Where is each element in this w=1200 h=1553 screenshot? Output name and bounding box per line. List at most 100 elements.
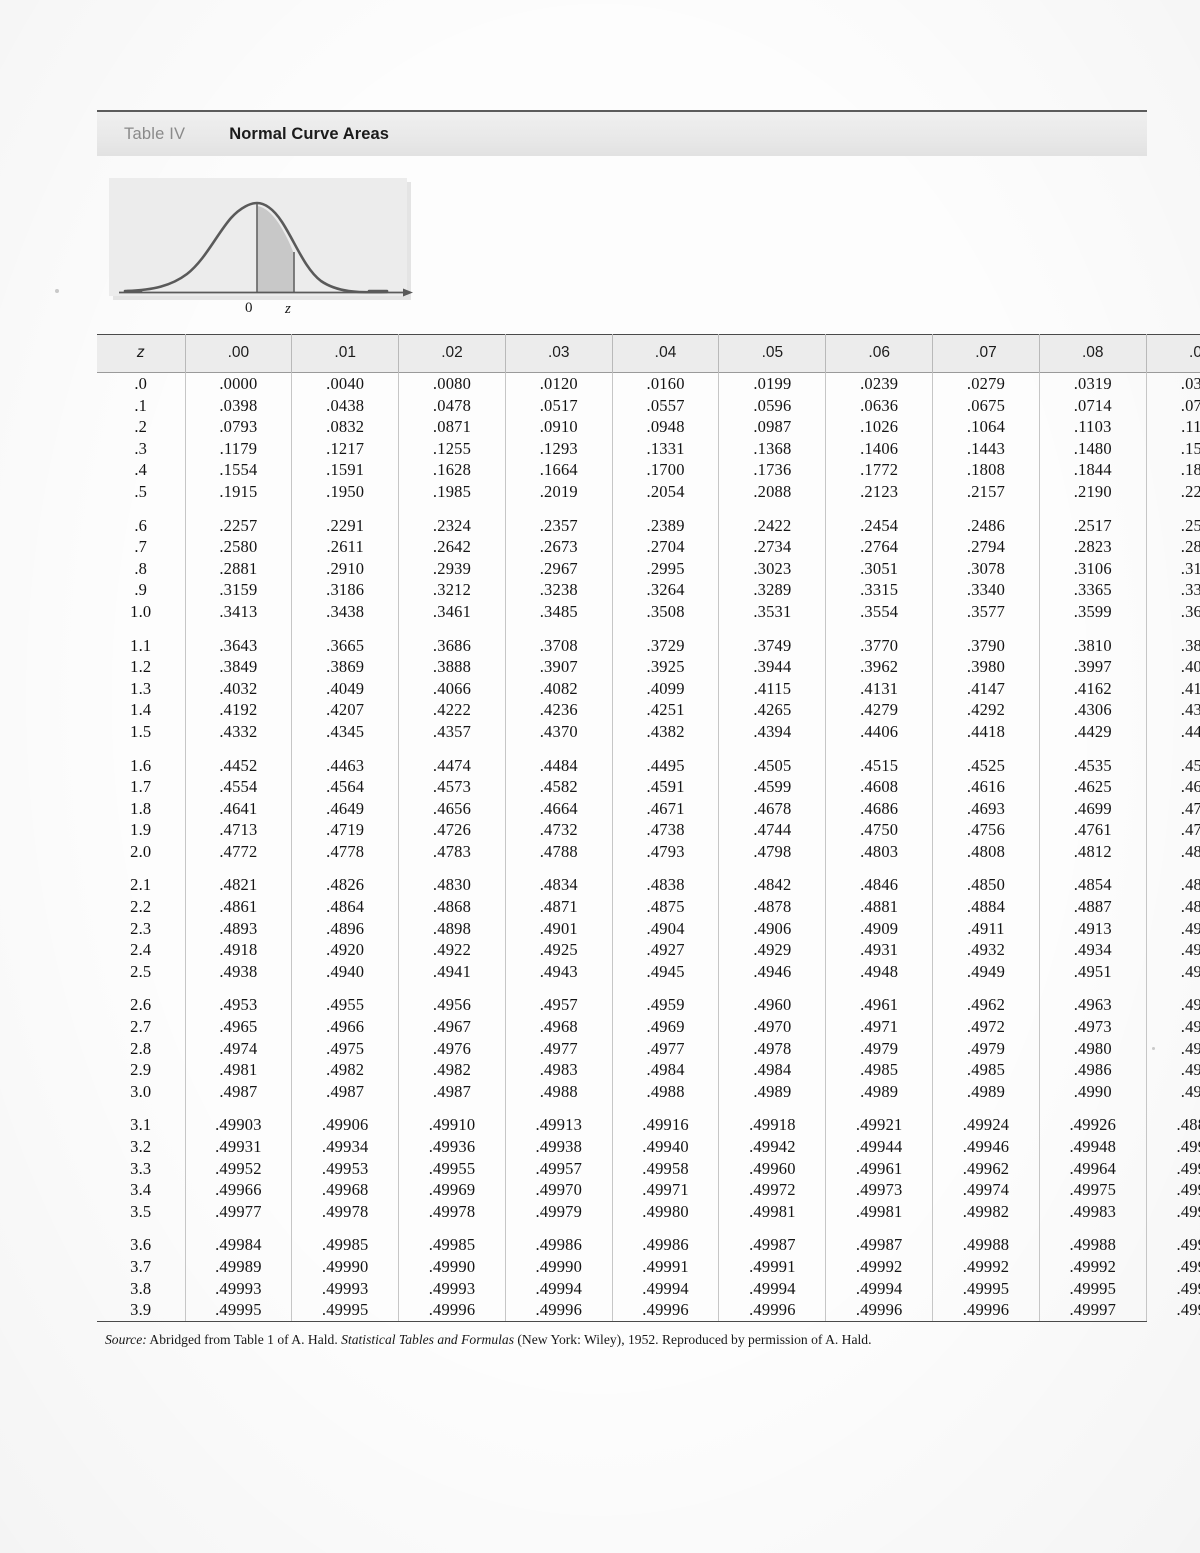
spacer-cell xyxy=(291,1102,399,1115)
spacer-cell xyxy=(184,502,292,515)
area-value-cell: .0910 xyxy=(504,416,613,438)
area-value-cell: .4846 xyxy=(825,874,933,897)
area-value-cell: .2611 xyxy=(291,536,399,558)
area-value-cell: .1664 xyxy=(504,459,613,481)
area-value-cell: .49957 xyxy=(504,1157,613,1180)
area-value-cell: .4292 xyxy=(932,699,1040,721)
area-value-cell: .4980 xyxy=(1038,1037,1147,1060)
area-value-cell: .2734 xyxy=(718,536,826,558)
scanned-page: Table IV Normal Curve Areas 0 z z .00 .0… xyxy=(0,0,1200,1553)
area-value-cell: .4932 xyxy=(932,939,1040,961)
area-value-cell: .2291 xyxy=(291,514,399,537)
spacer-cell xyxy=(1038,1222,1147,1235)
area-value-cell: .4898 xyxy=(398,917,506,940)
area-value-cell: .49960 xyxy=(718,1157,826,1180)
area-value-cell: .4115 xyxy=(718,677,826,700)
spacer-cell xyxy=(184,742,292,755)
row-header-z: 3.6 xyxy=(130,1235,152,1255)
area-value-cell: .3186 xyxy=(291,579,399,601)
spacer-cell xyxy=(97,743,185,755)
table-row: .5.1915.1950.1985.2019.2054.2088.2123.21… xyxy=(97,480,1200,503)
spacer-cell xyxy=(184,862,292,875)
area-value-cell: .49989 xyxy=(184,1255,292,1278)
axis-label-mean: 0 xyxy=(245,300,253,316)
area-value-cell: .1406 xyxy=(825,437,933,460)
area-value-cell: .1331 xyxy=(611,437,719,460)
area-value-cell: .3665 xyxy=(291,634,399,657)
area-value-cell: .4887 xyxy=(1038,896,1147,918)
area-value-cell: .4616 xyxy=(932,776,1040,798)
row-header-z: 1.9 xyxy=(130,820,152,840)
shaded-area-path xyxy=(257,206,294,292)
area-value-cell: .49938 xyxy=(504,1136,613,1158)
area-value-cell: .4893 xyxy=(184,917,292,940)
area-value-cell: .49992 xyxy=(825,1255,933,1278)
normal-curve-figure: 0 z xyxy=(97,178,1147,328)
area-value-cell: .0438 xyxy=(291,394,399,417)
area-value-cell: .3749 xyxy=(718,634,826,657)
area-value-cell: .4495 xyxy=(611,754,719,777)
row-header-z: 3.7 xyxy=(130,1256,152,1276)
spacer-cell xyxy=(504,622,613,635)
row-header-z: .9 xyxy=(134,580,148,600)
area-value-cell: .4906 xyxy=(718,917,826,940)
spacer-cell xyxy=(932,622,1040,635)
area-value-cell: .0478 xyxy=(398,394,506,417)
bell-curve-graphic xyxy=(119,201,413,297)
area-value-cell: .49974 xyxy=(932,1179,1040,1201)
area-value-cell: .2580 xyxy=(184,536,292,558)
area-value-cell: .4693 xyxy=(932,797,1040,820)
area-value-cell: .0040 xyxy=(291,372,399,395)
area-value-cell: .4699 xyxy=(1038,797,1147,820)
spacer-cell xyxy=(97,1222,185,1234)
area-value-cell: .1026 xyxy=(825,416,933,438)
area-value-cell: .4505 xyxy=(718,754,826,777)
spacer-cell xyxy=(825,742,933,755)
area-value-cell: .2224 xyxy=(1145,480,1200,503)
area-value-cell: .4936 xyxy=(1145,939,1200,961)
spacer-cell xyxy=(504,862,613,875)
row-header-z: 1.8 xyxy=(130,798,152,818)
table-body: .0 .0000.0040.0080.0120.0160.0199.0239.02… xyxy=(97,372,1200,1321)
spacer-cell xyxy=(97,982,185,994)
area-value-cell: .1772 xyxy=(825,459,933,481)
spacer-cell xyxy=(1038,1102,1147,1115)
column-header-row: z.00.01.02.03.04.05.06.07.08.09 xyxy=(97,334,1200,373)
spacer-cell xyxy=(611,1222,719,1235)
area-value-cell: .1255 xyxy=(398,437,506,460)
table-row: .2 .0793.0832.0871.0910.0948.0987.1026.10… xyxy=(97,416,1200,438)
area-value-cell: .4929 xyxy=(718,939,826,961)
area-value-cell: .4974 xyxy=(1145,1016,1200,1038)
area-value-cell: .4608 xyxy=(825,776,933,798)
area-value-cell: .0596 xyxy=(718,394,826,417)
spacer-cell xyxy=(184,622,292,635)
area-value-cell: .4265 xyxy=(718,699,826,721)
row-header-z: 1.1 xyxy=(130,635,152,655)
table-bottom-rule xyxy=(97,1320,1147,1322)
area-value-cell: .4162 xyxy=(1038,677,1147,700)
spacer-cell xyxy=(718,982,826,995)
spacer-cell xyxy=(1145,1222,1200,1235)
area-value-cell: .3830 xyxy=(1145,634,1200,657)
area-value-cell: .49983 xyxy=(1145,1200,1200,1223)
area-value-cell: .4484 xyxy=(504,754,613,777)
table-row: .6 .2257.2291.2324.2357.2389.2422.2454.24… xyxy=(97,514,1200,537)
area-value-cell: .2549 xyxy=(1145,514,1200,537)
row-header-z: 2.6 xyxy=(130,995,152,1015)
area-value-cell: .3997 xyxy=(1038,656,1147,678)
area-value-cell: .49988 xyxy=(932,1234,1040,1256)
area-value-cell: .49993 xyxy=(291,1277,399,1300)
spacer-cell xyxy=(97,862,185,874)
area-value-cell: .49991 xyxy=(718,1255,826,1278)
area-value-cell: .4975 xyxy=(291,1037,399,1060)
area-value-cell: .4756 xyxy=(932,819,1040,841)
area-value-cell: .4817 xyxy=(1145,840,1200,863)
column-header-d04: .04 xyxy=(611,334,719,373)
area-value-cell: .49973 xyxy=(825,1179,933,1201)
spacer-cell xyxy=(1145,982,1200,995)
area-value-cell: .49953 xyxy=(291,1157,399,1180)
area-value-cell: .2704 xyxy=(611,536,719,558)
spacer-cell xyxy=(97,623,185,635)
column-header-z: z xyxy=(97,334,185,373)
area-value-cell: .1554 xyxy=(184,459,292,481)
